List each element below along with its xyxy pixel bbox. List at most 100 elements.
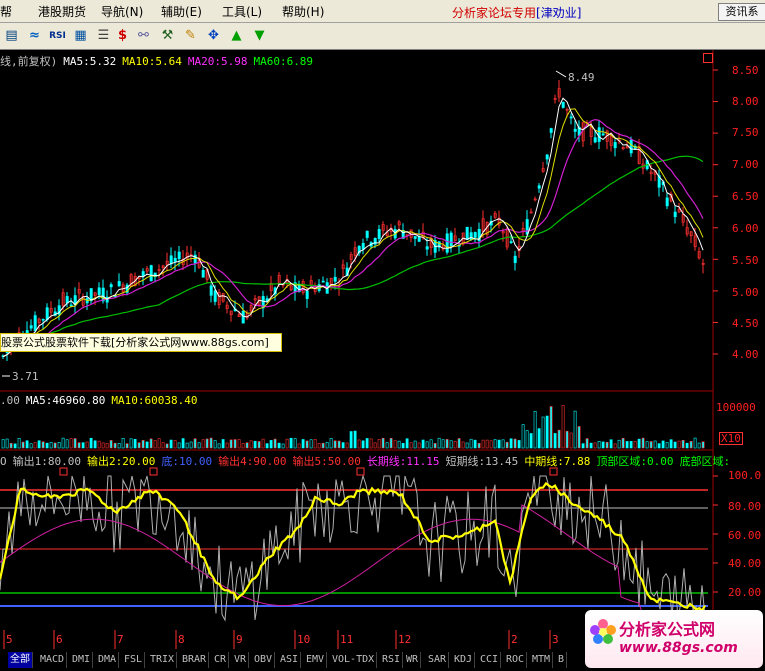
month-label: 6: [56, 633, 63, 646]
tab-fsl[interactable]: FSL: [122, 652, 146, 668]
volume-bar: [305, 440, 309, 449]
tools-icon[interactable]: ⚒: [158, 26, 177, 45]
tab-cci[interactable]: CCI: [478, 652, 502, 668]
candle-body: [241, 310, 245, 324]
tab-trix[interactable]: TRIX: [148, 652, 178, 668]
month-label: 11: [340, 633, 354, 646]
menu-item-help[interactable]: 帮助(H): [282, 3, 324, 20]
main-legend: 线,前复权) MA5:5.32 MA10:5.64 MA20:5.98 MA60:6.8…: [0, 53, 319, 69]
forum-user: [津劝业]: [536, 6, 582, 20]
chart-icon[interactable]: ▤: [2, 26, 21, 45]
month-label: 8: [178, 633, 185, 646]
volume-bar: [101, 442, 105, 449]
volume-bar: [469, 438, 473, 449]
candle-body: [97, 287, 101, 295]
tab-obv[interactable]: OBV: [252, 652, 276, 668]
tab-vol-tdx[interactable]: VOL-TDX: [330, 652, 378, 668]
tab-wr[interactable]: WR: [404, 652, 422, 668]
indicator-ticks: [713, 475, 718, 593]
volume-bar: [253, 440, 257, 449]
month-label: 9: [236, 633, 243, 646]
candle-body: [425, 246, 429, 250]
volume-bar: [641, 437, 645, 449]
volume-bar: [49, 442, 53, 449]
volume-bar: [409, 442, 413, 449]
volume-bar: [301, 439, 305, 449]
tab-rsi[interactable]: RSI: [380, 652, 404, 668]
menu-item-navigate[interactable]: 导航(N): [101, 3, 143, 20]
volume-bar: [421, 439, 425, 449]
tab-brar[interactable]: BRAR: [180, 652, 210, 668]
tab-dma[interactable]: DMA: [96, 652, 120, 668]
volume-bar: [389, 438, 393, 449]
volume-bar: [393, 440, 397, 449]
volume-legend-prefix: .00: [0, 394, 20, 407]
volume-bar: [321, 442, 325, 449]
volume-label: 100000: [716, 401, 756, 414]
info-system-button[interactable]: 资讯系: [718, 3, 765, 21]
low-price-label: 3.71: [12, 370, 39, 383]
list-icon[interactable]: ☰: [94, 26, 113, 45]
tab-roc[interactable]: ROC: [504, 652, 528, 668]
volume-bar: [685, 442, 689, 449]
volume-bar: [9, 442, 13, 449]
volume-bar: [105, 443, 109, 449]
tab-emv[interactable]: EMV: [304, 652, 328, 668]
tab-cr[interactable]: CR: [212, 652, 230, 668]
candle-body: [173, 257, 177, 262]
volume-scale-label: X10: [719, 432, 743, 445]
volume-bar: [221, 439, 225, 449]
volume-bar: [93, 440, 97, 449]
tab-kdj[interactable]: KDJ: [452, 652, 476, 668]
ind-bottom: 底:10.00: [161, 455, 213, 468]
month-separators: [3, 630, 551, 649]
tab-all[interactable]: 全部: [8, 652, 33, 668]
volume-bar: [569, 432, 573, 449]
ma60-line: [2, 155, 704, 358]
tab-b[interactable]: B: [556, 652, 568, 668]
volume-bar: [593, 442, 597, 449]
wave-icon[interactable]: ≈: [25, 26, 44, 45]
candle-body: [473, 232, 477, 238]
volume-bar: [493, 439, 497, 449]
indicator-legend: O 输出1:80.00 输出2:20.00 底:10.00 输出4:90.00 输出5:5…: [0, 455, 731, 468]
tab-asi[interactable]: ASI: [278, 652, 302, 668]
toolbar: ▤ ≈ RSI ▦ ☰ $ ⚯ ⚒ ✎ ✥ ▲ ▼: [0, 23, 765, 50]
volume-bar: [565, 430, 569, 449]
arrow-up-icon[interactable]: ▲: [227, 26, 246, 45]
volume-bar: [629, 441, 633, 449]
move-icon[interactable]: ✥: [204, 26, 223, 45]
menu-item-partial[interactable]: 帮: [0, 3, 12, 20]
menu-item-tools[interactable]: 工具(L): [222, 3, 262, 20]
dollar-icon[interactable]: $: [113, 26, 132, 45]
tab-sar[interactable]: SAR: [426, 652, 450, 668]
volume-bar: [681, 439, 685, 449]
volume-bar: [537, 428, 541, 449]
candle-body: [509, 241, 513, 243]
pencil-icon[interactable]: ✎: [181, 26, 200, 45]
volume-bar: [513, 438, 517, 449]
tab-macd[interactable]: MACD: [38, 652, 68, 668]
candle-body: [537, 185, 541, 189]
legend-prefix: 线,前复权): [0, 55, 58, 68]
volume-legend: .00 MA5:46960.80 MA10:60038.40: [0, 394, 203, 407]
volume-bar: [473, 439, 477, 449]
volume-bar: [449, 440, 453, 449]
price-ticks: [713, 69, 718, 355]
tab-vr[interactable]: VR: [232, 652, 250, 668]
table-icon[interactable]: ▦: [71, 26, 90, 45]
candle-body: [305, 290, 309, 299]
link-icon[interactable]: ⚯: [134, 26, 153, 45]
panel-toggle-icon[interactable]: [703, 53, 713, 63]
volume-bar: [377, 439, 381, 449]
tab-dmi[interactable]: DMI: [70, 652, 94, 668]
menu-item-hk-futures[interactable]: 港股期货: [38, 3, 86, 20]
volume-bar: [53, 442, 57, 449]
volume-bar: [285, 438, 289, 449]
menu-item-assist[interactable]: 辅助(E): [161, 3, 202, 20]
rsi-icon[interactable]: RSI: [48, 26, 67, 45]
tab-mtm[interactable]: MTM: [530, 652, 554, 668]
month-label: 5: [6, 633, 13, 646]
arrow-down-icon[interactable]: ▼: [250, 26, 269, 45]
volume-bar: [217, 443, 221, 449]
